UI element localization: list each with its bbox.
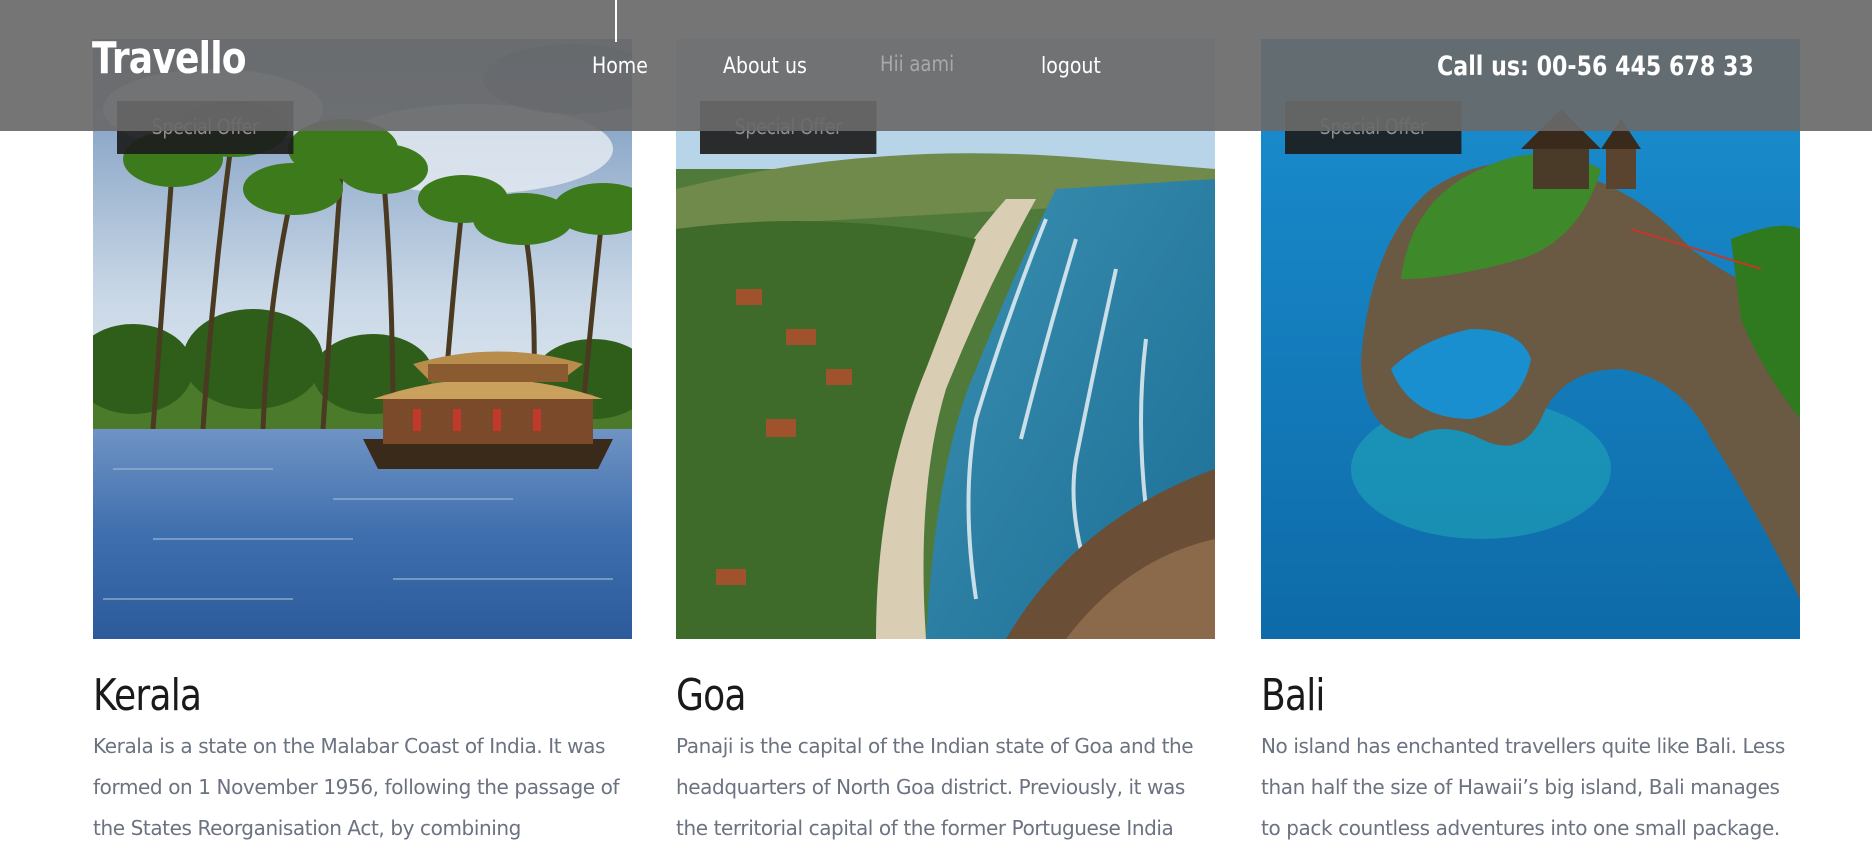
nav-home-link[interactable]: Home bbox=[592, 52, 648, 82]
card-description: No island has enchanted travellers quite… bbox=[1261, 734, 1785, 840]
user-greeting: Hii aami bbox=[880, 52, 955, 76]
card-title[interactable]: Kerala bbox=[93, 668, 202, 724]
active-nav-indicator bbox=[615, 0, 617, 42]
card-title[interactable]: Bali bbox=[1261, 668, 1325, 724]
call-us-phone[interactable]: Call us: 00-56 445 678 33 bbox=[1437, 50, 1754, 84]
brand-logo[interactable]: Travello bbox=[92, 30, 247, 88]
logout-link[interactable]: logout bbox=[1041, 52, 1101, 82]
nav-about-link[interactable]: About us bbox=[723, 52, 807, 82]
card-description: Panaji is the capital of the Indian stat… bbox=[676, 734, 1194, 840]
card-description: Kerala is a state on the Malabar Coast o… bbox=[93, 734, 620, 840]
site-header: Travello Home About us Hii aami logout C… bbox=[0, 0, 1872, 131]
card-title[interactable]: Goa bbox=[676, 668, 747, 724]
